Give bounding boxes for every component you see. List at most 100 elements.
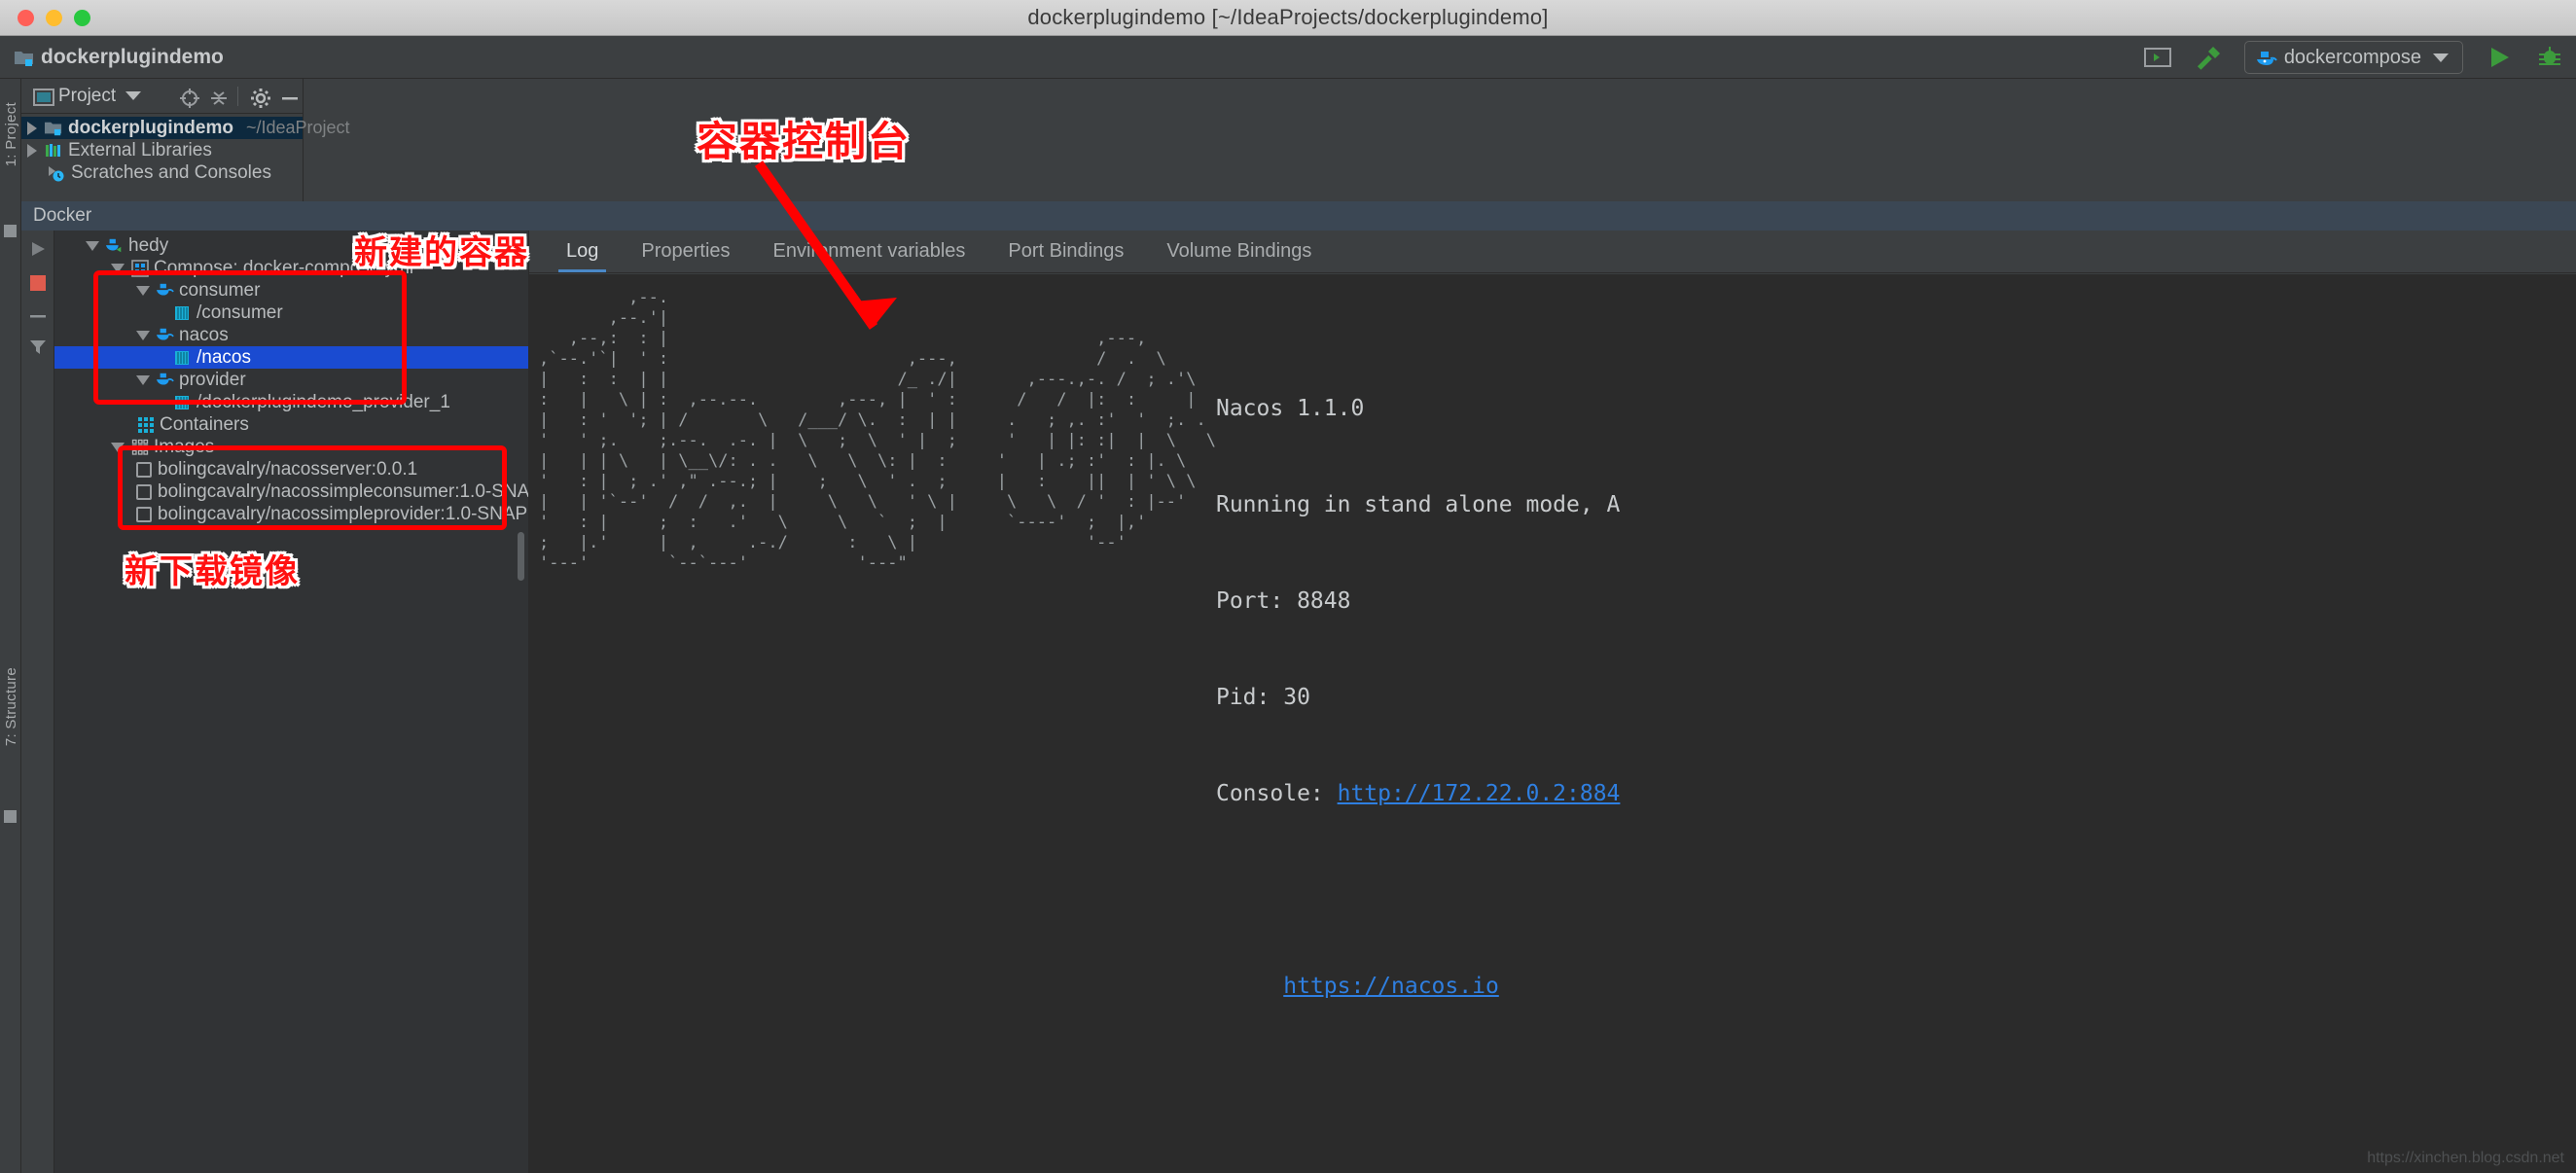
docker-tree-row-image-nacossimpleprovider[interactable]: bolingcavalry/nacossimpleprovider:1.0-SN… bbox=[54, 503, 528, 525]
image-square-icon bbox=[136, 462, 152, 478]
docker-tree-label: hedy bbox=[128, 235, 168, 257]
docker-tree-label: Containers bbox=[160, 414, 249, 436]
nacos-console-link[interactable]: http://172.22.0.2:884 bbox=[1338, 781, 1621, 806]
project-tree[interactable]: dockerplugindemo ~/IdeaProject External … bbox=[21, 114, 303, 184]
docker-tree-panel[interactable]: hedy Compose: docker-compose.yml bbox=[54, 231, 529, 1173]
docker-tree-label: Images bbox=[154, 437, 214, 458]
compose-icon bbox=[130, 260, 148, 277]
detail-tabs[interactable]: Log Properties Environment variables Por… bbox=[529, 231, 2576, 273]
minimize-window-button[interactable] bbox=[46, 10, 62, 26]
nacos-port: Port: 8848 bbox=[1216, 588, 1350, 614]
image-square-icon bbox=[136, 484, 152, 500]
docker-tree-row-image-nacosserver[interactable]: bolingcavalry/nacosserver:0.0.1 bbox=[54, 458, 528, 480]
tab-log[interactable]: Log bbox=[545, 231, 620, 272]
container-icon bbox=[173, 394, 191, 411]
annotation-new-containers-label: 新建的容器 bbox=[354, 226, 529, 273]
minus-icon[interactable] bbox=[28, 306, 48, 326]
run-configuration-selector[interactable]: dockercompose bbox=[2244, 41, 2463, 74]
nacos-banner: ,--. ,--.'| ,--,: : | ,---, ,`--.'`| ' :… bbox=[529, 288, 2576, 1067]
docker-tree-row-provider-service[interactable]: provider bbox=[54, 369, 528, 391]
docker-action-rail bbox=[21, 231, 54, 1173]
breadcrumb[interactable]: dockerplugindemo bbox=[14, 46, 224, 69]
docker-tree-label: /nacos bbox=[197, 347, 251, 369]
chevron-right-icon[interactable] bbox=[27, 122, 37, 135]
run-icon[interactable] bbox=[2485, 43, 2514, 72]
docker-tool-window: hedy Compose: docker-compose.yml bbox=[21, 231, 2576, 1173]
project-pane-header: Project bbox=[21, 79, 303, 114]
rail-item-structure[interactable]: 7: Structure bbox=[3, 667, 19, 746]
chevron-down-icon[interactable] bbox=[86, 241, 99, 251]
chevron-down-icon[interactable] bbox=[136, 375, 150, 385]
traffic-lights[interactable] bbox=[18, 10, 90, 26]
ide-window: dockerplugindemo [~/IdeaProjects/dockerp… bbox=[0, 0, 2576, 1173]
tab-properties[interactable]: Properties bbox=[620, 231, 751, 272]
rail-icon-structure-square bbox=[4, 810, 17, 823]
tab-environment-variables[interactable]: Environment variables bbox=[752, 231, 987, 272]
docker-tree-row-nacos-service[interactable]: nacos bbox=[54, 324, 528, 346]
chevron-down-icon[interactable] bbox=[111, 264, 125, 273]
toolbar-right-actions: dockercompose bbox=[2143, 36, 2576, 79]
container-icon bbox=[173, 304, 191, 322]
log-console[interactable]: ,--. ,--.'| ,--,: : | ,---, ,`--.'`| ' :… bbox=[529, 274, 2576, 1173]
nacos-site-link[interactable]: https://nacos.io bbox=[1283, 974, 1499, 999]
docker-tree-label: consumer bbox=[179, 280, 260, 302]
project-folder-icon bbox=[44, 120, 61, 137]
terminal-icon[interactable] bbox=[2143, 43, 2172, 72]
chevron-down-icon[interactable] bbox=[125, 91, 141, 100]
docker-tree-label: bolingcavalry/nacosserver:0.0.1 bbox=[158, 459, 417, 480]
images-grid-icon bbox=[130, 439, 148, 456]
build-hammer-icon[interactable] bbox=[2194, 43, 2223, 72]
tab-port-bindings[interactable]: Port Bindings bbox=[986, 231, 1145, 272]
docker-tree[interactable]: hedy Compose: docker-compose.yml bbox=[54, 231, 528, 525]
docker-tree-label: /dockerplugindemo_provider_1 bbox=[197, 392, 450, 413]
image-square-icon bbox=[136, 507, 152, 522]
project-tree-row-scratches[interactable]: Scratches and Consoles bbox=[21, 161, 303, 184]
ide-toolbar: dockerplugindemo bbox=[0, 36, 2576, 79]
locate-icon[interactable] bbox=[179, 88, 197, 105]
chevron-down-icon[interactable] bbox=[111, 443, 125, 452]
run-icon[interactable] bbox=[28, 239, 48, 259]
docker-tree-row-provider-container[interactable]: /dockerplugindemo_provider_1 bbox=[54, 391, 528, 413]
docker-tool-window-title: Docker bbox=[33, 205, 91, 227]
zoom-window-button[interactable] bbox=[74, 10, 90, 26]
docker-tree-scrollbar[interactable] bbox=[518, 532, 524, 581]
project-tree-row-external-libraries[interactable]: External Libraries bbox=[21, 139, 303, 161]
hide-window-icon[interactable] bbox=[279, 88, 297, 105]
nacos-mode: Running in stand alone mode, A bbox=[1216, 492, 1620, 517]
docker-tree-label: /consumer bbox=[197, 302, 283, 324]
left-tool-rail: 1: Project 7: Structure bbox=[0, 79, 21, 1173]
docker-connection-icon bbox=[105, 237, 123, 255]
project-pane-title: Project bbox=[58, 86, 116, 107]
tab-volume-bindings[interactable]: Volume Bindings bbox=[1145, 231, 1333, 272]
docker-tree-row-consumer-service[interactable]: consumer bbox=[54, 279, 528, 302]
chevron-right-icon[interactable] bbox=[27, 144, 37, 158]
container-detail-panel: Log Properties Environment variables Por… bbox=[529, 231, 2576, 1173]
rail-item-project[interactable]: 1: Project bbox=[3, 102, 19, 166]
filter-icon[interactable] bbox=[28, 338, 48, 357]
docker-whale-icon bbox=[2255, 49, 2272, 66]
stop-icon[interactable] bbox=[28, 273, 48, 293]
settings-gear-icon[interactable] bbox=[250, 88, 268, 105]
docker-tree-row-image-nacossimpleconsumer[interactable]: bolingcavalry/nacossimpleconsumer:1.0-SN… bbox=[54, 480, 528, 503]
window-title: dockerplugindemo [~/IdeaProjects/dockerp… bbox=[1027, 5, 1548, 30]
docker-tree-label: provider bbox=[179, 370, 246, 391]
docker-tree-row-consumer-container[interactable]: /consumer bbox=[54, 302, 528, 324]
docker-whale-icon bbox=[156, 372, 173, 389]
chevron-down-icon[interactable] bbox=[136, 331, 150, 340]
scratches-icon bbox=[47, 164, 64, 182]
docker-tree-label: nacos bbox=[179, 325, 229, 346]
nacos-console-label: Console: bbox=[1216, 781, 1338, 806]
project-tree-row-dockerplugindemo[interactable]: dockerplugindemo ~/IdeaProject bbox=[21, 117, 303, 139]
docker-tree-row-images[interactable]: Images bbox=[54, 436, 528, 458]
close-window-button[interactable] bbox=[18, 10, 34, 26]
collapse-all-icon[interactable] bbox=[208, 88, 226, 105]
annotation-console-label: 容器控制台 bbox=[697, 109, 911, 168]
debug-icon[interactable] bbox=[2535, 43, 2564, 72]
chevron-down-icon[interactable] bbox=[2433, 53, 2449, 62]
docker-whale-icon bbox=[156, 327, 173, 344]
docker-tree-row-containers[interactable]: Containers bbox=[54, 413, 528, 436]
docker-tree-row-nacos-container[interactable]: /nacos bbox=[54, 346, 528, 369]
chevron-down-icon[interactable] bbox=[136, 286, 150, 296]
project-tree-label: Scratches and Consoles bbox=[71, 162, 271, 184]
docker-tree-label: bolingcavalry/nacossimpleprovider:1.0-SN… bbox=[158, 504, 529, 525]
